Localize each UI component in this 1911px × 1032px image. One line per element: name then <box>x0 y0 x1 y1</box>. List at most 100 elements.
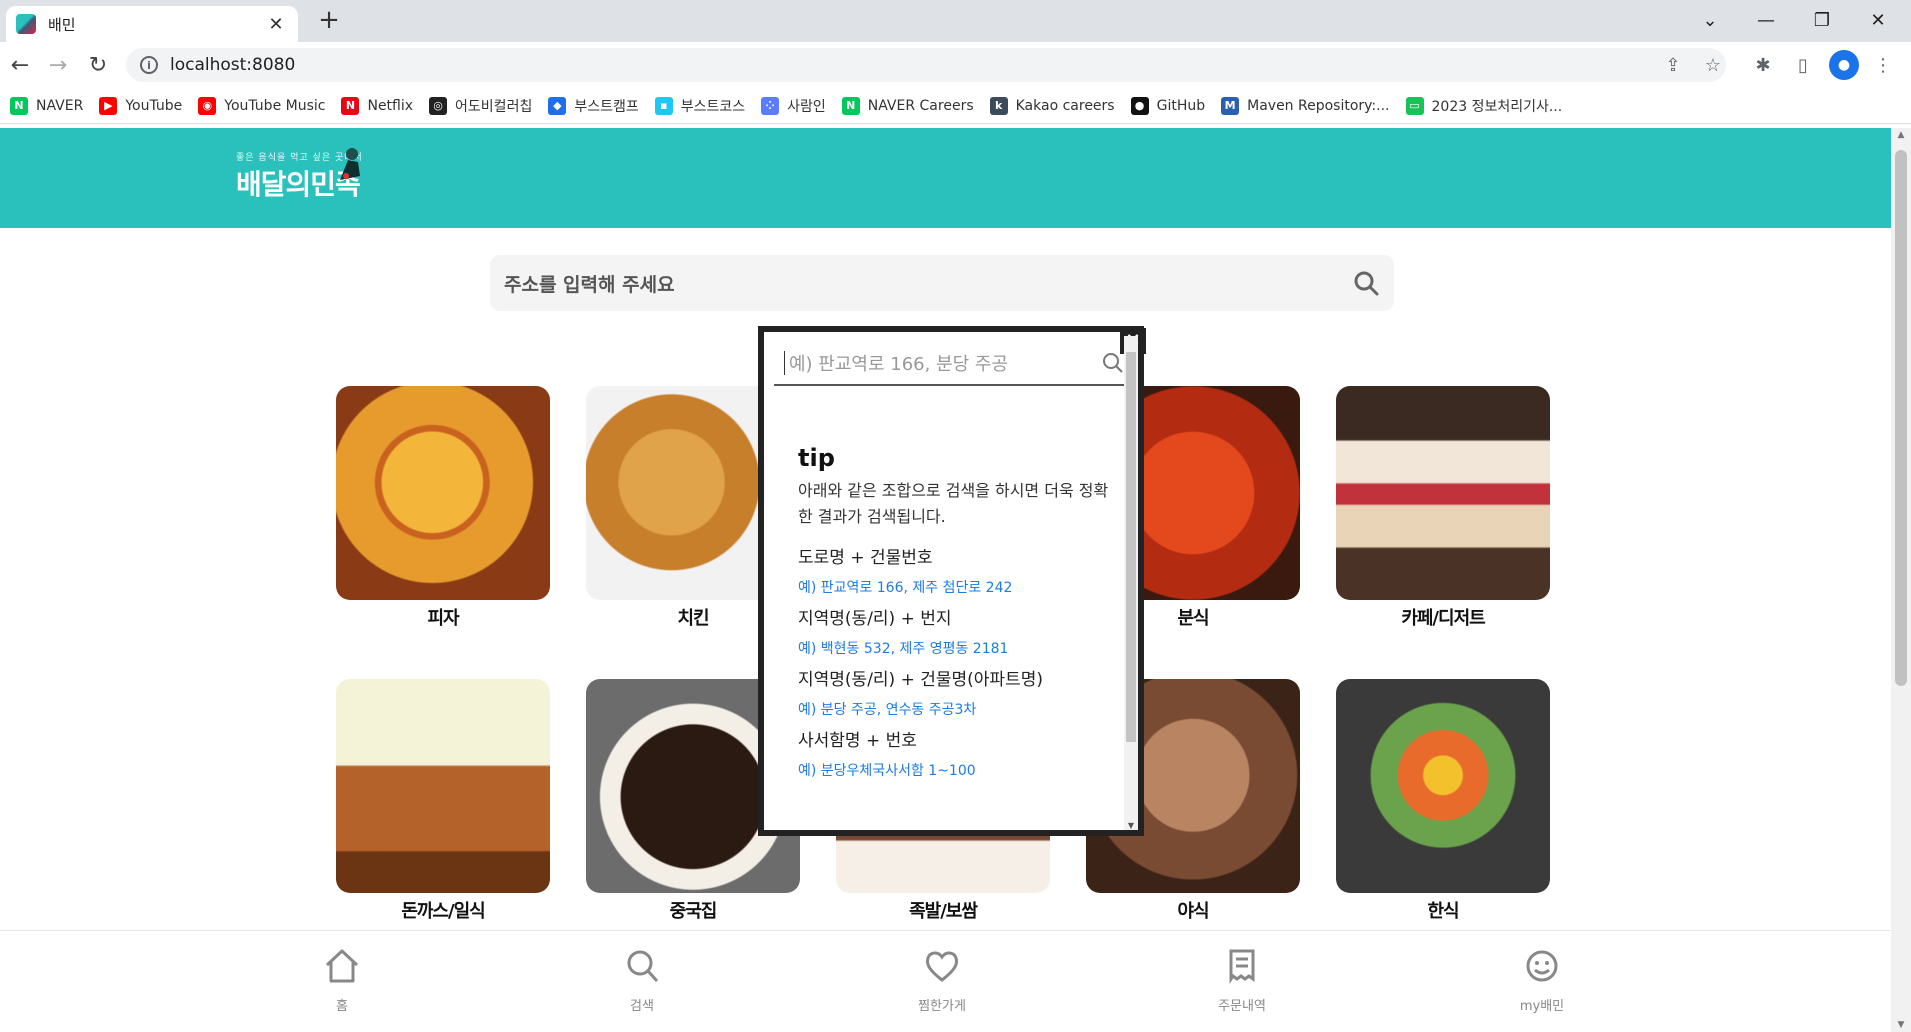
pizza-image[interactable] <box>336 386 550 600</box>
category-label[interactable]: 카페/디저트 <box>1336 604 1550 630</box>
site-info-icon[interactable]: i <box>140 56 158 74</box>
smile-icon <box>1526 950 1558 982</box>
bookmark-boostcamp[interactable]: ◆ 부스트캠프 <box>548 96 639 116</box>
bookmark-label: 어도비컬러칩 <box>455 98 533 115</box>
baemin-favicon-icon <box>16 14 36 34</box>
netflix-icon: N <box>341 96 360 115</box>
tonkatsu-image[interactable] <box>336 679 550 893</box>
bibimbap-image[interactable] <box>1336 679 1550 893</box>
popup-search-field[interactable]: 예) 판교역로 166, 분당 주공 <box>774 342 1124 386</box>
tip-example: 예) 분당 주공, 연수동 주공3차 <box>798 702 977 718</box>
bookmark-exam[interactable]: ▭ 2023 정보처리기사... <box>1405 96 1563 116</box>
bookmark-adobe-color[interactable]: ◎ 어도비컬러칩 <box>429 96 532 116</box>
saramin-icon: ⁘ <box>761 96 780 115</box>
cake-image[interactable] <box>1336 386 1550 600</box>
bookmark-kakao-careers[interactable]: k Kakao careers <box>989 96 1115 115</box>
restore-button[interactable]: ❐ <box>1794 0 1850 40</box>
tip-example: 예) 백현동 532, 제주 영평동 2181 <box>798 641 1009 657</box>
category-card-tonkatsu[interactable]: 돈까스/일식 <box>336 679 550 923</box>
scroll-up-arrow-icon[interactable]: ▲ <box>1891 130 1911 140</box>
profile-avatar-icon[interactable]: ● <box>1829 50 1859 80</box>
close-tab-icon[interactable]: ✕ <box>264 14 288 35</box>
category-card-cake[interactable]: 카페/디저트 <box>1336 386 1550 630</box>
tab-search-chevron-icon[interactable]: ⌄ <box>1682 0 1738 40</box>
popup-tip: tip 아래와 같은 조합으로 검색을 하시면 더욱 정확한 결과가 검색됩니다… <box>798 444 1118 790</box>
bookmark-label: NAVER Careers <box>867 97 974 114</box>
side-panel-icon[interactable]: ▯ <box>1788 50 1818 80</box>
bookmark-github[interactable]: ● GitHub <box>1130 96 1206 115</box>
bottom-nav-receipt[interactable]: 주문내역 <box>1172 945 1312 1014</box>
kakao-careers-icon: k <box>989 96 1008 115</box>
page-scrollbar[interactable]: ▲ ▼ <box>1891 128 1911 1032</box>
address-search-placeholder[interactable]: 주소를 입력해 주세요 <box>504 270 1352 297</box>
tip-example: 예) 판교역로 166, 제주 첨단로 242 <box>798 580 1013 596</box>
browser-tab[interactable]: 배민 ✕ <box>6 6 298 42</box>
bookmark-naver[interactable]: N NAVER <box>10 96 84 115</box>
bookmark-label: YouTube <box>125 97 183 114</box>
reload-button[interactable]: ↻ <box>82 49 114 81</box>
bookmark-label: 2023 정보처리기사... <box>1431 98 1563 115</box>
category-label[interactable]: 중국집 <box>586 897 800 923</box>
youtube-music-icon: ◉ <box>198 96 217 115</box>
bottom-nav-label: 주문내역 <box>1218 999 1266 1014</box>
bookmark-star-icon[interactable]: ☆ <box>1698 50 1728 80</box>
popup-search-icon[interactable] <box>1102 352 1124 374</box>
category-label[interactable]: 한식 <box>1336 897 1550 923</box>
address-search-bar[interactable]: 주소를 입력해 주세요 <box>490 255 1394 311</box>
bookmark-label: Netflix <box>367 97 414 114</box>
search-icon[interactable] <box>1352 269 1380 297</box>
forward-button[interactable]: → <box>42 49 74 81</box>
bookmark-label: NAVER <box>36 97 84 114</box>
bookmark-label: 부스트캠프 <box>574 98 639 115</box>
category-label[interactable]: 야식 <box>1086 897 1300 923</box>
tip-example: 예) 분당우체국사서함 1~100 <box>798 763 976 779</box>
minimize-button[interactable]: — <box>1738 0 1794 40</box>
category-label[interactable]: 피자 <box>336 604 550 630</box>
naver-careers-icon: N <box>841 96 860 115</box>
scroll-down-arrow-icon[interactable]: ▼ <box>1891 1020 1911 1030</box>
extensions-puzzle-icon[interactable]: ✱ <box>1748 50 1778 80</box>
bookmark-label: 사람인 <box>787 98 826 115</box>
bookmark-naver-careers[interactable]: N NAVER Careers <box>841 96 974 115</box>
popup-scrollbar-thumb[interactable] <box>1126 352 1136 742</box>
baemin-logo[interactable]: 좋은 음식을 먹고 싶은 곳에서 배달의민족 <box>236 148 363 203</box>
share-icon[interactable]: ⇪ <box>1658 50 1688 80</box>
back-button[interactable]: ← <box>4 49 36 81</box>
bottom-nav-home[interactable]: 홈 <box>272 945 412 1014</box>
tip-rule: 지역명(동/리) + 건물명(아파트명) <box>798 670 1043 690</box>
bookmark-label: 부스트코스 <box>680 98 746 115</box>
tip-description: 아래와 같은 조합으로 검색을 하시면 더욱 정확한 결과가 검색됩니다. <box>798 481 1109 526</box>
bottom-nav-label: 찜한가게 <box>918 999 966 1014</box>
tip-rule: 사서함명 + 번호 <box>798 731 917 751</box>
bottom-nav-label: 검색 <box>630 999 654 1014</box>
new-tab-button[interactable]: + <box>314 6 344 36</box>
popup-search-placeholder[interactable]: 예) 판교역로 166, 분당 주공 <box>789 350 1102 376</box>
popup-scroll-down-icon[interactable]: ▼ <box>1124 821 1138 830</box>
bookmark-label: Kakao careers <box>1015 97 1115 114</box>
category-label[interactable]: 돈까스/일식 <box>336 897 550 923</box>
popup-scrollbar[interactable]: ▼ <box>1124 336 1138 830</box>
address-url[interactable]: localhost:8080 <box>170 55 295 75</box>
close-window-button[interactable]: ✕ <box>1850 0 1906 40</box>
page-scrollbar-thumb[interactable] <box>1895 150 1907 686</box>
category-card-pizza[interactable]: 피자 <box>336 386 550 630</box>
bookmark-youtube[interactable]: ▶ YouTube <box>99 96 183 115</box>
bookmark-maven[interactable]: M Maven Repository:... <box>1221 96 1390 115</box>
bottom-nav-heart[interactable]: 찜한가게 <box>872 945 1012 1014</box>
bookmark-label: GitHub <box>1156 97 1206 114</box>
category-label[interactable]: 족발/보쌈 <box>836 897 1050 923</box>
bottom-nav-search[interactable]: 검색 <box>572 945 712 1014</box>
bottom-nav-label: my배민 <box>1519 999 1565 1014</box>
bookmarks-bar: N NAVER ▶ YouTube ◉ YouTube Music N Netflix ◎ 어도비… <box>0 88 1911 124</box>
bottom-navigation: 홈 검색 찜한가게 주문내역 my배민 <box>0 930 1891 1032</box>
youtube-icon: ▶ <box>99 96 118 115</box>
bookmark-saramin[interactable]: ⁘ 사람인 <box>761 96 826 116</box>
bookmark-netflix[interactable]: N Netflix <box>341 96 414 115</box>
bookmark-boostcourse[interactable]: ▪ 부스트코스 <box>654 96 746 116</box>
bookmark-youtube-music[interactable]: ◉ YouTube Music <box>198 96 325 115</box>
bottom-nav-smile[interactable]: my배민 <box>1472 945 1612 1014</box>
address-bar[interactable]: i localhost:8080 <box>126 48 1726 82</box>
github-icon: ● <box>1130 96 1149 115</box>
category-card-bibimbap[interactable]: 한식 <box>1336 679 1550 923</box>
browser-menu-icon[interactable]: ⋮ <box>1868 50 1898 80</box>
